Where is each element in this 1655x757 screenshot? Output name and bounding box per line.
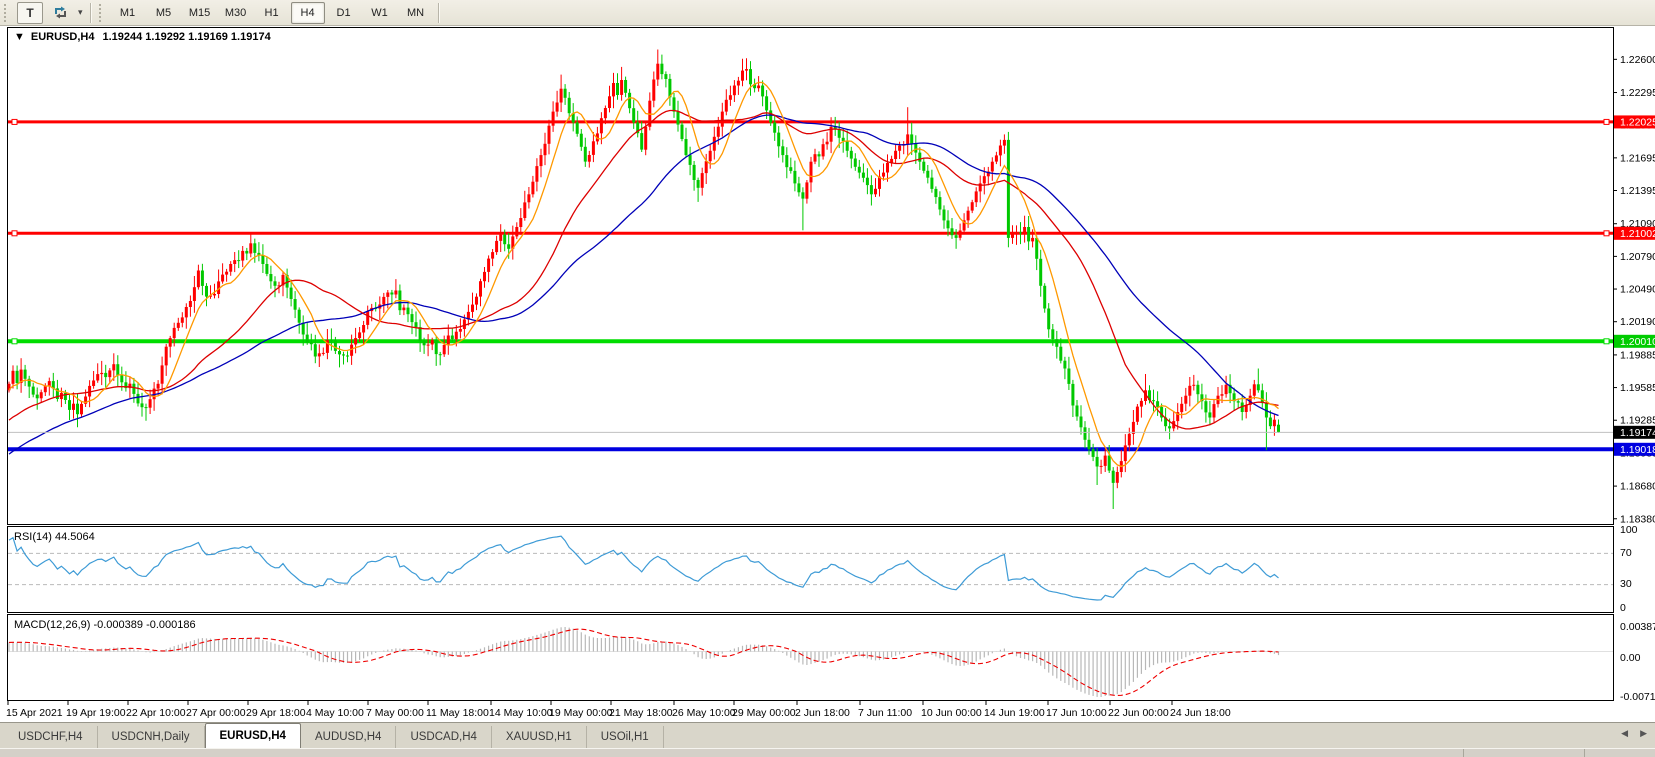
tab-scroll-right-icon[interactable]: ▶	[1640, 728, 1647, 739]
chart-tab-xauusd-h1[interactable]: XAUUSD,H1	[492, 726, 587, 748]
chart-tab-bar: USDCHF,H4USDCNH,DailyEURUSD,H4AUDUSD,H4U…	[0, 722, 1655, 748]
cycle-arrows-icon	[53, 5, 68, 20]
tab-scroll-left-icon[interactable]: ◀	[1621, 728, 1628, 739]
rsi-label: RSI(14) 44.5064	[14, 531, 95, 543]
text-label-tool-button[interactable]: T	[17, 2, 43, 24]
period-button-MN[interactable]: MN	[399, 2, 433, 24]
hline-handle[interactable]	[1604, 231, 1609, 236]
chart-window[interactable]: 1.226001.222951.219951.216951.213951.210…	[0, 26, 1655, 722]
chart-tab-usoil-h1[interactable]: USOil,H1	[587, 726, 664, 748]
status-bar	[0, 748, 1655, 757]
period-buttons: M1M5M15M30H1H4D1W1MN	[110, 2, 434, 24]
hline-handle[interactable]	[1604, 339, 1609, 344]
time-axis[interactable]	[8, 701, 1613, 721]
period-button-M1[interactable]: M1	[111, 2, 145, 24]
chevron-down-icon[interactable]: ▾	[75, 7, 86, 18]
chart-canvas[interactable]: 1.226001.222951.219951.216951.213951.210…	[0, 26, 1655, 722]
chart-header: ▼EURUSD,H41.19244 1.19292 1.19169 1.1917…	[14, 31, 272, 43]
chart-tab-usdcad-h4[interactable]: USDCAD,H4	[396, 726, 491, 748]
chart-tab-eurusd-h4[interactable]: EURUSD,H4	[205, 723, 301, 748]
chart-tab-usdchf-h4[interactable]: USDCHF,H4	[4, 726, 98, 748]
timeframe-cycle-icon[interactable]	[47, 2, 73, 24]
period-button-H1[interactable]: H1	[255, 2, 289, 24]
toolbar-grip[interactable]	[99, 4, 106, 22]
hline-handle[interactable]	[12, 231, 17, 236]
period-button-M30[interactable]: M30	[219, 2, 253, 24]
price-axis[interactable]	[1613, 27, 1655, 700]
tab-container: USDCHF,H4USDCNH,DailyEURUSD,H4AUDUSD,H4U…	[4, 723, 664, 748]
symbol-period-label: EURUSD,H4	[31, 31, 95, 43]
toolbar-separator	[438, 3, 439, 23]
chart-tab-audusd-h4[interactable]: AUDUSD,H4	[301, 726, 396, 748]
period-button-M15[interactable]: M15	[183, 2, 217, 24]
hline-handle[interactable]	[12, 119, 17, 124]
hline-handle[interactable]	[1604, 119, 1609, 124]
toolbar-separator	[90, 3, 91, 23]
expander-icon: ▼	[14, 31, 25, 43]
period-button-H4[interactable]: H4	[291, 2, 325, 24]
hline-handle[interactable]	[12, 339, 17, 344]
period-button-W1[interactable]: W1	[363, 2, 397, 24]
top-toolbar: T ▾ M1M5M15M30H1H4D1W1MN	[0, 0, 1655, 26]
period-button-D1[interactable]: D1	[327, 2, 361, 24]
period-button-M5[interactable]: M5	[147, 2, 181, 24]
chart-tab-usdcnh-daily[interactable]: USDCNH,Daily	[98, 726, 205, 748]
macd-label: MACD(12,26,9) -0.000389 -0.000186	[14, 619, 196, 631]
toolbar-grip[interactable]	[4, 4, 11, 22]
